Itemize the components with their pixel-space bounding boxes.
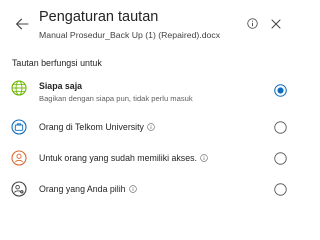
radio-unselected[interactable] [274,121,287,134]
globe-icon [11,80,27,96]
option-label: Siapa saja [39,81,82,91]
radio-selected[interactable] [274,84,287,97]
radio-unselected[interactable] [274,183,287,196]
link-settings-panel: Pengaturan tautan Manual Prosedur_Back U… [0,0,299,214]
file-name: Manual Prosedur_Back Up (1) (Repaired).d… [39,30,221,40]
option-label: Untuk orang yang sudah memiliki akses. [39,153,208,163]
info-icon[interactable] [128,185,137,193]
people-settings-icon [11,181,27,197]
option-label: Orang yang Anda pilih [39,184,137,194]
option-label-text: Siapa saja [39,81,83,91]
option-label-text: Orang di Telkom University [39,122,144,132]
option-label-text: Untuk orang yang sudah memiliki akses. [39,153,197,163]
info-icon[interactable] [200,154,208,162]
option-label: Orang di Telkom University [39,122,155,132]
option-organization[interactable]: Orang di Telkom University [0,113,299,141]
option-label-text: Orang yang Anda pilih [39,184,126,194]
section-label: Tautan berfungsi untuk [12,58,102,68]
panel-title: Pengaturan tautan [39,9,159,25]
info-icon[interactable] [247,18,258,29]
close-icon[interactable] [271,19,281,29]
option-anyone[interactable]: Siapa saja Bagikan dengan siapa pun, tid… [0,79,299,107]
info-icon[interactable] [147,123,155,131]
radio-unselected[interactable] [274,152,287,165]
arrow-left-icon[interactable] [14,16,30,32]
person-icon [11,150,27,166]
option-existing-access[interactable]: Untuk orang yang sudah memiliki akses. [0,144,299,172]
option-description: Bagikan dengan siapa pun, tidak perlu ma… [39,94,193,103]
option-specific-people[interactable]: Orang yang Anda pilih [0,175,299,203]
organization-icon [11,119,27,135]
